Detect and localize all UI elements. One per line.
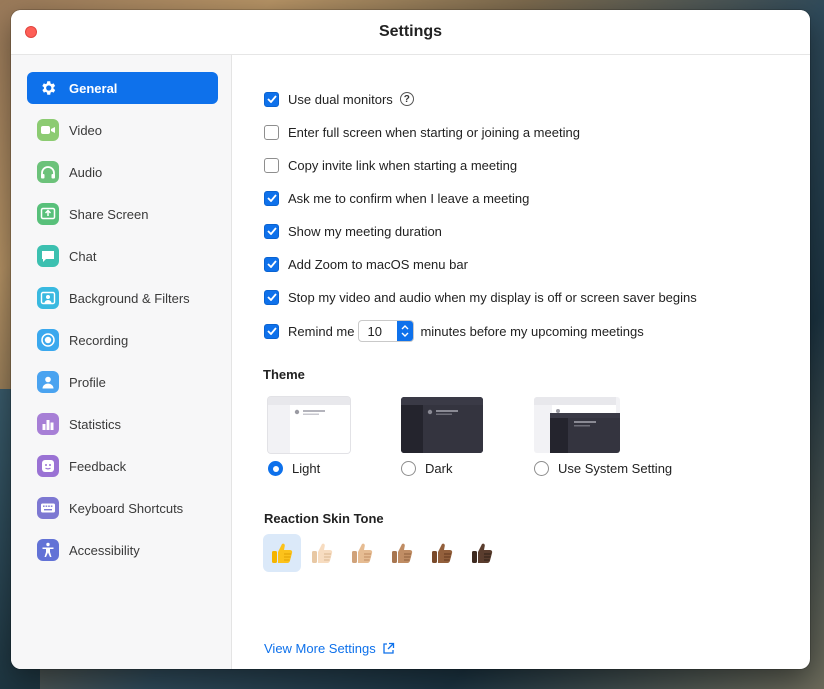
theme-system-radio[interactable] [534,461,549,476]
skin-tone-default[interactable] [263,534,301,572]
dual-monitors-checkbox[interactable] [264,91,279,107]
meeting-duration-checkbox[interactable] [264,223,279,239]
remind-minutes-stepper[interactable]: 10 [358,320,415,342]
option-label: Stop my video and audio when my display … [288,289,697,305]
sidebar-item-label: Audio [69,164,103,180]
theme-option-label: Dark [425,461,453,476]
sidebar-item-label: Statistics [69,416,122,432]
sidebar-item-recording[interactable]: Recording [27,324,218,356]
sidebar-item-accessibility[interactable]: Accessibility [27,534,218,566]
person-background-icon [37,287,59,309]
sidebar-item-label: Profile [69,374,106,390]
option-stop-video-audio: Stop my video and audio when my display … [264,288,697,306]
copy-invite-link-checkbox[interactable] [264,157,279,173]
accessibility-icon [37,539,59,561]
sidebar-item-share-screen[interactable]: Share Screen [27,198,218,230]
sidebar: General Video Audio Share Screen Chat Ba… [11,55,232,669]
theme-dark-radio[interactable] [401,461,416,476]
gear-icon [37,77,59,99]
theme-light-radio[interactable] [268,461,283,476]
skin-tone-section-title: Reaction Skin Tone [264,511,384,526]
stop-video-audio-checkbox[interactable] [264,289,279,305]
theme-dark-preview[interactable] [401,397,483,453]
chat-bubble-icon [37,245,59,267]
option-label: Add Zoom to macOS menu bar [288,256,468,272]
theme-section-title: Theme [263,367,305,382]
skin-tone-dark[interactable] [463,534,501,572]
sidebar-item-background-filters[interactable]: Background & Filters [27,282,218,314]
sidebar-item-audio[interactable]: Audio [27,156,218,188]
sidebar-item-keyboard-shortcuts[interactable]: Keyboard Shortcuts [27,492,218,524]
theme-light-preview[interactable] [268,397,350,453]
option-menu-bar: Add Zoom to macOS menu bar [264,255,468,273]
general-settings-panel: Use dual monitors ? Enter full screen wh… [232,55,810,669]
bar-chart-icon [37,413,59,435]
menu-bar-checkbox[interactable] [264,256,279,272]
thumbs-up-icon [272,543,293,563]
full-screen-checkbox[interactable] [264,124,279,140]
option-label: Copy invite link when starting a meeting [288,157,518,173]
sidebar-item-label: Accessibility [69,542,140,558]
keyboard-icon [37,497,59,519]
person-icon [37,371,59,393]
sidebar-item-feedback[interactable]: Feedback [27,450,218,482]
sidebar-item-label: Video [69,122,103,138]
skin-tone-medium-dark[interactable] [423,534,461,572]
theme-option-label: Light [292,461,321,476]
thumbs-up-icon [392,543,413,563]
sidebar-item-label: Background & Filters [69,290,190,306]
theme-light-option[interactable]: Light [268,461,320,476]
sidebar-item-general[interactable]: General [27,72,218,104]
sidebar-item-label: Keyboard Shortcuts [69,500,184,516]
sidebar-item-statistics[interactable]: Statistics [27,408,218,440]
record-icon [37,329,59,351]
option-remind-me: Remind me 10 minutes before my upcoming … [264,320,644,342]
sidebar-item-video[interactable]: Video [27,114,218,146]
sidebar-item-chat[interactable]: Chat [27,240,218,272]
settings-window: Settings General Video Audio Share Scree… [11,10,810,669]
skin-tone-light[interactable] [303,534,341,572]
view-more-settings-link[interactable]: View More Settings [264,641,395,656]
thumbs-up-icon [352,543,373,563]
remind-me-checkbox[interactable] [264,323,279,339]
sidebar-item-label: Share Screen [69,206,149,222]
external-link-icon [383,642,394,654]
remind-minutes-value[interactable]: 10 [359,324,397,339]
stepper-arrows-icon[interactable] [397,321,414,341]
help-icon[interactable]: ? [399,92,414,106]
window-title: Settings [378,23,443,40]
option-copy-invite-link: Copy invite link when starting a meeting [264,156,517,174]
headphones-icon [37,161,59,183]
share-screen-icon [37,203,59,225]
thumbs-up-icon [432,543,453,563]
remind-prefix: Remind me [288,323,355,339]
sidebar-item-label: Chat [69,248,97,264]
option-dual-monitors: Use dual monitors ? [264,90,414,108]
theme-dark-option[interactable]: Dark [401,461,452,476]
theme-option-label: Use System Setting [558,461,673,476]
thumbs-up-icon [312,543,333,563]
option-meeting-duration: Show my meeting duration [264,222,442,240]
video-camera-icon [37,119,59,141]
skin-tone-medium-light[interactable] [343,534,381,572]
sidebar-item-label: Recording [69,332,129,348]
theme-system-option[interactable]: Use System Setting [534,461,672,476]
title-bar: Settings [11,10,810,55]
option-confirm-leave: Ask me to confirm when I leave a meeting [264,189,529,207]
theme-system-preview[interactable] [534,397,620,453]
option-label: Ask me to confirm when I leave a meeting [288,190,530,206]
sidebar-item-label: Feedback [69,458,127,474]
option-label: Use dual monitors [288,91,393,107]
thumbs-up-icon [472,543,493,563]
skin-tone-medium[interactable] [383,534,421,572]
confirm-leave-checkbox[interactable] [264,190,279,206]
sidebar-item-profile[interactable]: Profile [27,366,218,398]
sidebar-item-label: General [69,80,118,96]
smiley-icon [37,455,59,477]
option-label: Show my meeting duration [288,223,442,239]
option-full-screen: Enter full screen when starting or joini… [264,123,580,141]
view-more-settings-label: View More Settings [264,641,376,656]
remind-suffix: minutes before my upcoming meetings [420,323,644,339]
option-label: Enter full screen when starting or joini… [288,124,580,140]
